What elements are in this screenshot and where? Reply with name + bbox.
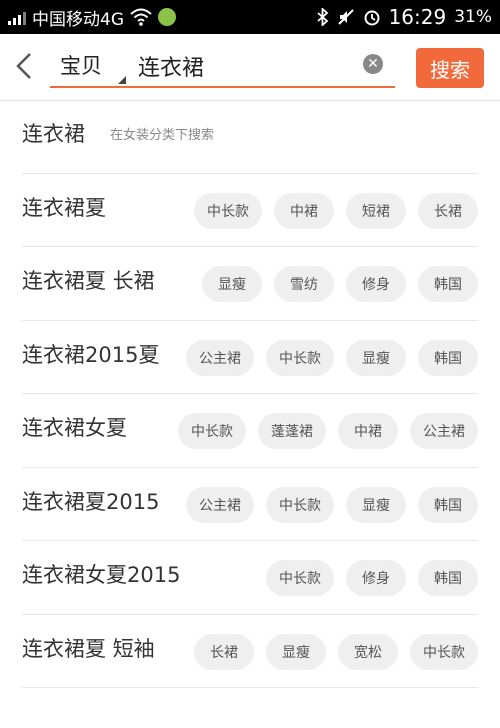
tag-chip[interactable]: 韩国 bbox=[418, 486, 478, 523]
tag-chip[interactable]: 中长款 bbox=[266, 339, 334, 376]
tag-chip[interactable]: 短裙 bbox=[346, 192, 406, 229]
tag-chip[interactable]: 韩国 bbox=[418, 266, 478, 302]
tag-chips: 显瘦 雪纺 修身 韩国 bbox=[202, 266, 478, 302]
suggestion-row[interactable]: 连衣裙 在女装分类下搜索 bbox=[22, 100, 478, 174]
tag-chip[interactable]: 中长款 bbox=[266, 486, 334, 523]
tag-chip[interactable]: 中裙 bbox=[274, 192, 334, 229]
tag-chip[interactable]: 长裙 bbox=[418, 192, 478, 229]
tag-chips: 中长款 中裙 短裙 长裙 bbox=[194, 192, 478, 229]
clock: 16:29 bbox=[388, 5, 447, 29]
close-icon: ✕ bbox=[367, 56, 379, 72]
tag-chips: 长裙 显瘦 宽松 中长款 bbox=[194, 633, 478, 670]
tag-chip[interactable]: 显瘦 bbox=[346, 486, 406, 523]
tag-chips: 公主裙 中长款 显瘦 韩国 bbox=[186, 486, 478, 523]
suggestion-title: 连衣裙夏2015 bbox=[22, 489, 160, 514]
wifi-icon bbox=[130, 8, 152, 26]
tag-chips: 公主裙 中长款 显瘦 韩国 bbox=[186, 339, 478, 376]
tag-chip[interactable]: 雪纺 bbox=[274, 266, 334, 302]
bluetooth-icon bbox=[316, 8, 329, 26]
tag-chip[interactable]: 长裙 bbox=[194, 633, 254, 670]
tag-chip[interactable]: 中长款 bbox=[178, 413, 246, 449]
suggestion-row[interactable]: 连衣裙夏 中长款 中裙 短裙 长裙 bbox=[22, 174, 478, 247]
suggestion-title: 连衣裙夏 bbox=[22, 195, 106, 220]
suggestion-list: 连衣裙 在女装分类下搜索 连衣裙夏 中长款 中裙 短裙 长裙 连衣裙夏 长裙 显… bbox=[0, 100, 500, 728]
search-header: 宝贝 连衣裙 ✕ 搜索 bbox=[0, 34, 500, 101]
suggestion-row[interactable]: 连衣裙2015夏 公主裙 中长款 显瘦 韩国 bbox=[22, 321, 478, 394]
carrier-label: 中国移动4G bbox=[32, 9, 124, 30]
tag-chip[interactable]: 修身 bbox=[346, 266, 406, 302]
back-button[interactable] bbox=[10, 52, 38, 84]
search-box: 宝贝 连衣裙 ✕ bbox=[50, 44, 395, 88]
category-hint: 在女装分类下搜索 bbox=[110, 128, 215, 143]
tag-chip[interactable]: 蓬蓬裙 bbox=[258, 413, 326, 449]
tag-chips: 中长款 蓬蓬裙 中裙 公主裙 bbox=[178, 413, 478, 449]
tag-chip[interactable]: 韩国 bbox=[418, 339, 478, 376]
signal-icon bbox=[8, 9, 26, 25]
battery-level: 31% bbox=[454, 7, 492, 27]
status-bar: 中国移动4G 16:29 31% bbox=[0, 0, 500, 34]
suggestion-title: 连衣裙女夏2015 bbox=[22, 563, 181, 587]
tag-chip[interactable]: 中长款 bbox=[194, 192, 262, 229]
app-notification-icon bbox=[158, 8, 176, 26]
mute-icon bbox=[337, 8, 355, 26]
caret-down-icon bbox=[118, 76, 126, 84]
tag-chip[interactable]: 宽松 bbox=[338, 633, 398, 670]
suggestion-row[interactable]: 连衣裙女夏 中长款 蓬蓬裙 中裙 公主裙 bbox=[22, 394, 478, 468]
tag-chip[interactable]: 韩国 bbox=[418, 560, 478, 596]
suggestion-title: 连衣裙 bbox=[22, 122, 85, 146]
suggestion-row[interactable]: 连衣裙夏2015 公主裙 中长款 显瘦 韩国 bbox=[22, 468, 478, 541]
tag-chip[interactable]: 中长款 bbox=[266, 560, 334, 596]
suggestion-title: 连衣裙女夏 bbox=[22, 416, 127, 440]
tag-chip[interactable]: 公主裙 bbox=[186, 486, 254, 523]
suggestion-row-partial[interactable] bbox=[22, 688, 478, 728]
suggestion-title: 连衣裙夏 短袖 bbox=[22, 636, 155, 661]
suggestion-row[interactable]: 连衣裙夏 短袖 长裙 显瘦 宽松 中长款 bbox=[22, 615, 478, 688]
suggestion-row[interactable]: 连衣裙女夏2015 中长款 修身 韩国 bbox=[22, 541, 478, 615]
tag-chip[interactable]: 中裙 bbox=[338, 413, 398, 449]
tag-chip[interactable]: 公主裙 bbox=[186, 339, 254, 376]
search-button[interactable]: 搜索 bbox=[416, 48, 484, 88]
tag-chip[interactable]: 修身 bbox=[346, 560, 406, 596]
alarm-icon bbox=[363, 8, 381, 26]
suggestion-title: 连衣裙夏 长裙 bbox=[22, 269, 155, 293]
tag-chip[interactable]: 显瘦 bbox=[346, 339, 406, 376]
tag-chip[interactable]: 中长款 bbox=[410, 633, 478, 670]
search-input[interactable]: 连衣裙 bbox=[138, 50, 204, 82]
suggestion-row[interactable]: 连衣裙夏 长裙 显瘦 雪纺 修身 韩国 bbox=[22, 247, 478, 321]
clear-search-button[interactable]: ✕ bbox=[363, 54, 383, 74]
tag-chip[interactable]: 公主裙 bbox=[410, 413, 478, 449]
chevron-left-icon bbox=[15, 52, 33, 84]
tag-chip[interactable]: 显瘦 bbox=[266, 633, 326, 670]
suggestion-title: 连衣裙2015夏 bbox=[22, 342, 160, 367]
tag-chips: 中长款 修身 韩国 bbox=[266, 560, 478, 596]
tag-chip[interactable]: 显瘦 bbox=[202, 266, 262, 302]
search-scope-selector[interactable]: 宝贝 bbox=[60, 50, 102, 80]
